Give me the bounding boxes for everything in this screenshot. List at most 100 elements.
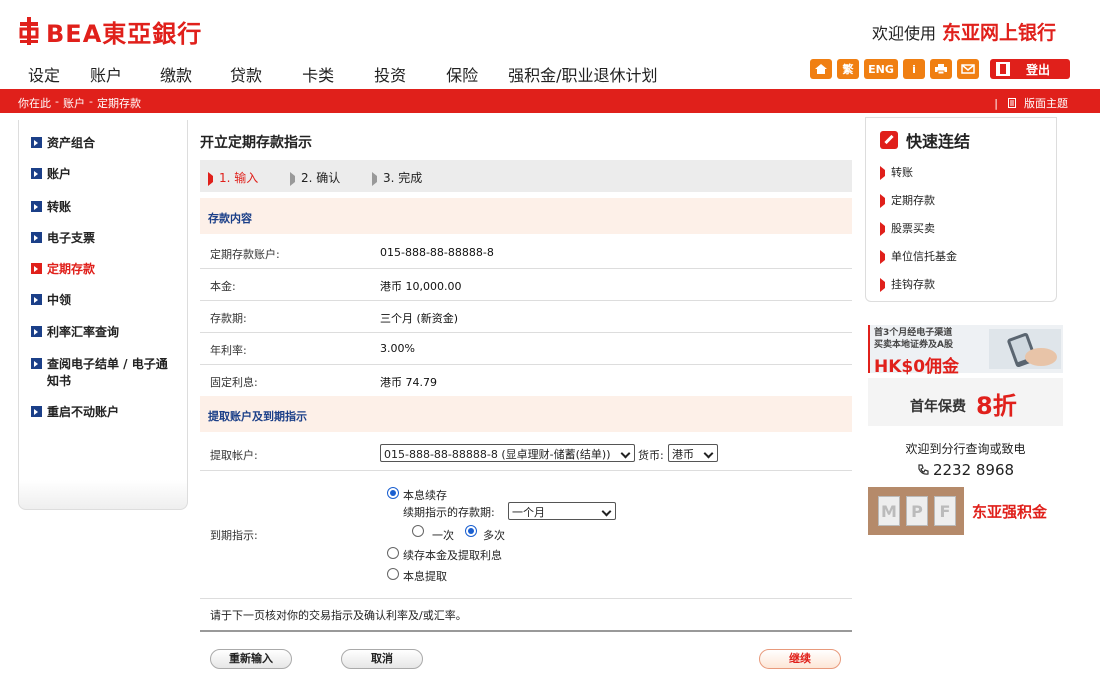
step-indicator: 1. 输入 2. 确认 3. 完成	[200, 160, 852, 192]
sidebar-item-accounts[interactable]: 账户	[31, 165, 71, 182]
promo-banner-insurance[interactable]: 首年保费 8折	[868, 378, 1063, 426]
sidebar-item-label: 电子支票	[47, 231, 96, 245]
table-row: 固定利息: 港币 74.79	[200, 365, 852, 397]
quick-links-panel: 快速连结 转账 定期存款 股票买卖 单位信托基金 挂钩存款	[865, 117, 1057, 302]
top-icon-bar: 繁 ENG i 登出	[810, 59, 1070, 79]
sidebar-item-echeque[interactable]: 电子支票	[31, 229, 95, 246]
cancel-button[interactable]: 取消	[341, 649, 423, 669]
nav-accounts[interactable]: 账户	[90, 62, 122, 86]
step-confirm: 2. 确认	[290, 169, 340, 186]
quick-link-linked-deposits[interactable]: 挂钩存款	[880, 276, 935, 292]
arrow-icon	[880, 222, 885, 236]
sidebar-item-rates[interactable]: 利率汇率查询	[31, 323, 119, 340]
home-icon[interactable]	[810, 59, 832, 79]
quick-link-time-deposit[interactable]: 定期存款	[880, 192, 935, 208]
option-label: 一次	[432, 529, 454, 542]
radio-renew-principal-interest[interactable]	[387, 487, 399, 499]
continue-button[interactable]: 继续	[759, 649, 841, 669]
arrow-icon	[290, 172, 295, 186]
promo-banner-commission[interactable]: 首3个月经电子渠道 买卖本地证券及A股 HK$0佣金	[868, 325, 1063, 377]
option-label: 本息提取	[403, 570, 447, 583]
breadcrumb-accounts[interactable]: 账户	[63, 95, 85, 111]
mail-icon[interactable]	[957, 59, 979, 79]
row-value: 港币 10,000.00	[380, 280, 462, 293]
nav-payments[interactable]: 缴款	[160, 62, 192, 86]
logout-label: 登出	[1026, 62, 1051, 77]
reset-button[interactable]: 重新输入	[210, 649, 292, 669]
bullet-icon	[31, 263, 42, 274]
main-nav: 设定 账户 缴款 贷款 卡类 投资 保险 强积金/职业退休计划	[28, 62, 688, 86]
currency-select[interactable]: 港币	[668, 444, 718, 462]
nav-mpf[interactable]: 强积金/职业退休计划	[508, 62, 657, 86]
bullet-icon	[31, 137, 42, 148]
promo-big-text: HK$0佣金	[874, 357, 960, 377]
quick-link-stocks[interactable]: 股票买卖	[880, 220, 935, 236]
logout-button[interactable]: 登出	[990, 59, 1070, 79]
arrow-icon	[880, 194, 885, 208]
option-label: 续存本金及提取利息	[403, 549, 502, 562]
welcome-text: 欢迎使用	[871, 24, 936, 43]
print-icon[interactable]	[930, 59, 952, 79]
radio-renew-principal-withdraw-interest[interactable]	[387, 547, 399, 559]
bullet-icon	[31, 232, 42, 243]
currency-label: 货币:	[638, 449, 664, 462]
contact-phone: 2232 8968	[868, 461, 1063, 479]
row-label: 本金:	[210, 280, 236, 293]
info-icon[interactable]: i	[903, 59, 925, 79]
breadcrumb: 你在此 - 账户 - 定期存款	[18, 95, 141, 111]
nav-settings[interactable]: 设定	[28, 62, 60, 86]
hand-phone-image	[989, 329, 1061, 369]
option-label: 多次	[483, 529, 505, 542]
row-label: 固定利息:	[210, 376, 258, 389]
sidebar-item-label: 重启不动账户	[47, 405, 120, 419]
bullet-icon	[31, 201, 42, 212]
sidebar-item-label: 账户	[47, 167, 72, 181]
mpf-letter: F	[934, 496, 956, 526]
nav-investments[interactable]: 投资	[374, 62, 406, 86]
quick-link-unit-trusts[interactable]: 单位信托基金	[880, 248, 957, 264]
radio-once[interactable]	[412, 525, 424, 537]
english-icon[interactable]: ENG	[864, 59, 898, 79]
sidebar-item-time-deposit[interactable]: 定期存款	[31, 260, 95, 277]
maturity-row: 到期指示: 本息续存 续期指示的存款期: 一个月 一次 多次 续存本金及提取利息…	[200, 471, 852, 599]
mpf-text: 东亚强积金	[972, 503, 1048, 521]
promo-banner-mpf[interactable]: M P F 东亚强积金	[868, 487, 1063, 535]
deposit-section-header: 存款内容	[200, 198, 852, 234]
nav-cards[interactable]: 卡类	[302, 62, 334, 86]
arrow-icon	[880, 278, 885, 292]
withdraw-section-header: 提取账户及到期指示	[200, 396, 852, 432]
maturity-label: 到期指示:	[210, 529, 258, 542]
quick-link-transfer[interactable]: 转账	[880, 164, 913, 180]
sidebar-item-reactivate[interactable]: 重启不动账户	[31, 403, 119, 420]
sidebar-item-label: 查阅电子结单 / 电子通 知书	[47, 357, 168, 388]
radio-multiple[interactable]	[465, 525, 477, 537]
theme-link[interactable]: | 版面主题	[994, 95, 1068, 111]
sidebar-item-transfer[interactable]: 转账	[31, 198, 71, 215]
bullet-icon	[31, 326, 42, 337]
radio-withdraw-all[interactable]	[387, 568, 399, 580]
mpf-letter: P	[906, 496, 928, 526]
bea-logo[interactable]: BEA東亞銀行	[18, 14, 202, 48]
sidebar-item-estatements[interactable]: 查阅电子结单 / 电子通 知书	[31, 355, 168, 389]
traditional-chinese-icon[interactable]: 繁	[837, 59, 859, 79]
withdraw-account-select[interactable]: 015-888-88-88888-8 (显卓理财-储蓄(结单))	[380, 444, 635, 462]
step-input: 1. 输入	[208, 169, 258, 186]
nav-loans[interactable]: 贷款	[230, 62, 262, 86]
nav-insurance[interactable]: 保险	[446, 62, 478, 86]
sidebar-item-zhongling[interactable]: 中领	[31, 291, 71, 308]
promo-text: 首年保费	[910, 399, 966, 415]
table-row: 定期存款账户: 015-888-88-88888-8	[200, 237, 852, 269]
renew-period-select[interactable]: 一个月	[508, 502, 616, 520]
arrow-icon	[880, 250, 885, 264]
contact-text: 欢迎到分行查询或致电	[905, 442, 1026, 456]
promo-big-text: 8折	[976, 392, 1017, 420]
sidebar-item-portfolio[interactable]: 资产组合	[31, 134, 95, 151]
option-label: 本息续存	[403, 489, 447, 502]
bullet-icon	[31, 406, 42, 417]
breadcrumb-here: 你在此	[18, 97, 51, 110]
sidebar-item-label: 中领	[47, 293, 72, 307]
mpf-letter: M	[878, 496, 900, 526]
welcome-brand: 东亚网上银行	[941, 22, 1056, 44]
row-value: 015-888-88-88888-8	[380, 246, 494, 259]
row-label: 存款期:	[210, 312, 247, 325]
